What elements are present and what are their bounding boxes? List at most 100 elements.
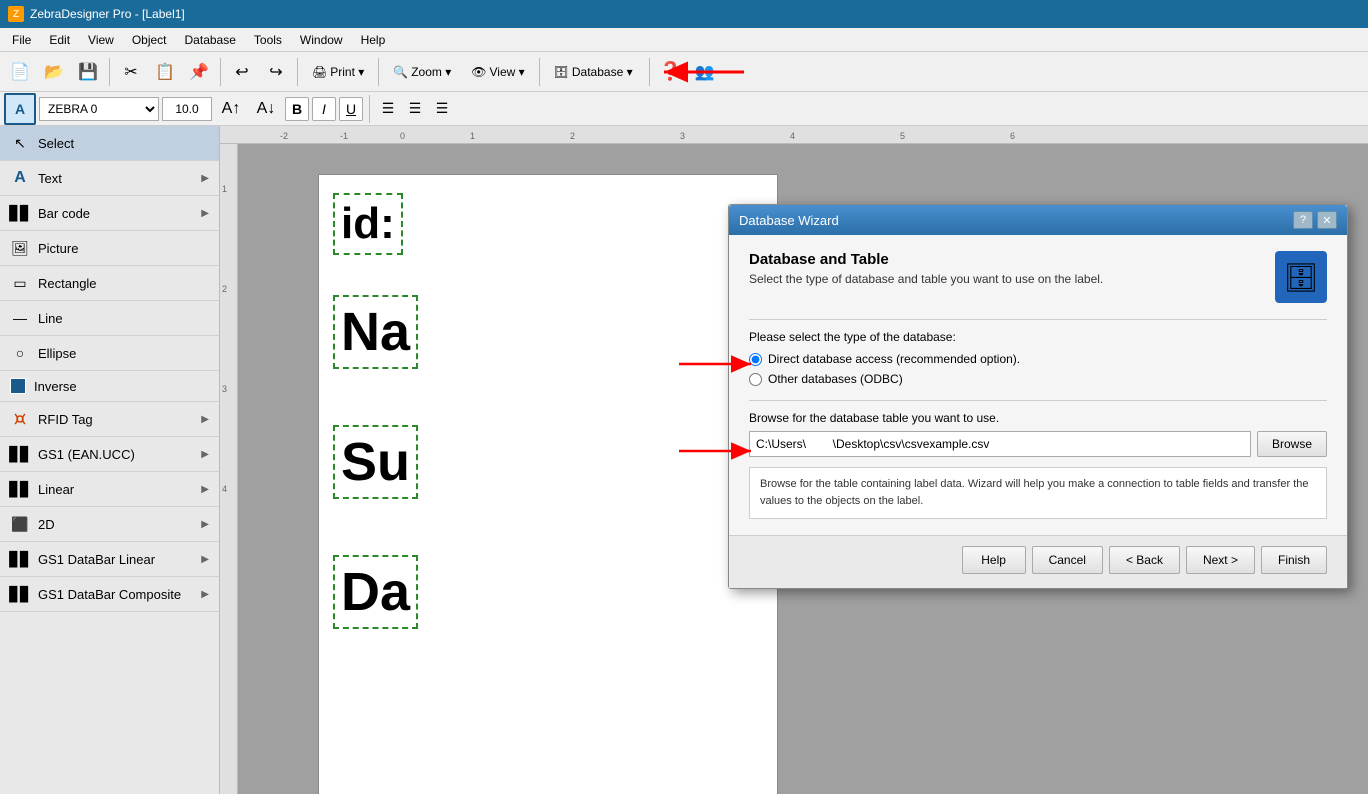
menu-object[interactable]: Object: [124, 31, 175, 49]
barcode-icon: ▊▊: [10, 203, 30, 223]
gs1-icon: ▊▊: [10, 444, 30, 464]
radio-direct-input[interactable]: [749, 353, 762, 366]
zoom-label: Zoom ▾: [411, 65, 451, 79]
radio-odbc[interactable]: Other databases (ODBC): [749, 372, 1327, 386]
undo-button[interactable]: ↩: [226, 56, 258, 88]
sidebar-item-inverse[interactable]: Inverse: [0, 371, 219, 402]
users-button[interactable]: 👥: [689, 56, 721, 88]
canvas-area: -2 -1 0 1 2 3 4 5 6 1 2 3 4: [220, 126, 1368, 794]
redo-button[interactable]: ↪: [260, 56, 292, 88]
save-button[interactable]: 💾: [72, 56, 104, 88]
text-icon: A: [10, 168, 30, 188]
zoom-button[interactable]: 🔍 Zoom ▾: [384, 59, 460, 85]
linear-arrow: ▶: [201, 484, 209, 495]
cut-button[interactable]: ✂: [115, 56, 147, 88]
sidebar-item-gs1-linear[interactable]: ▊▊ GS1 DataBar Linear ▶: [0, 542, 219, 577]
radio-odbc-input[interactable]: [749, 373, 762, 386]
print-button[interactable]: 🖨 Print ▾: [303, 59, 373, 85]
menu-file[interactable]: File: [4, 31, 39, 49]
gs1-composite-label: GS1 DataBar Composite: [38, 587, 181, 602]
sidebar-item-ellipse[interactable]: ○ Ellipse: [0, 336, 219, 371]
ellipse-label: Ellipse: [38, 346, 76, 361]
font-shrink-button[interactable]: A↓: [250, 93, 282, 125]
gs1-arrow: ▶: [201, 449, 209, 460]
red-arrow-direct-db: [679, 352, 759, 376]
menu-edit[interactable]: Edit: [41, 31, 78, 49]
db-path-input[interactable]: [749, 431, 1251, 457]
menu-database[interactable]: Database: [177, 31, 244, 49]
dialog-divider-2: [749, 400, 1327, 401]
title-bar: Z ZebraDesigner Pro - [Label1]: [0, 0, 1368, 28]
database-wizard-dialog: Database Wizard ? ✕ Database and Table: [728, 204, 1348, 589]
text-arrow: ▶: [201, 173, 209, 184]
paste-button[interactable]: 📌: [183, 56, 215, 88]
inverse-icon: [10, 378, 26, 394]
app-title: ZebraDesigner Pro - [Label1]: [30, 7, 185, 21]
text-tool-button[interactable]: A: [4, 93, 36, 125]
gs1-label: GS1 (EAN.UCC): [38, 447, 135, 462]
sidebar-item-picture[interactable]: 🖼 Picture: [0, 231, 219, 266]
sep7: [369, 95, 370, 123]
gs1-linear-icon: ▊▊: [10, 549, 30, 569]
dialog-radio-group: Direct database access (recommended opti…: [749, 352, 1327, 386]
finish-button[interactable]: Finish: [1261, 546, 1327, 574]
view-button[interactable]: 👁 View ▾: [462, 59, 533, 85]
sidebar-item-select[interactable]: ↖ Select: [0, 126, 219, 161]
sidebar-item-linear[interactable]: ▊▊ Linear ▶: [0, 472, 219, 507]
inverse-label: Inverse: [34, 379, 77, 394]
left-panel: ↖ Select A Text ▶ ▊▊ Bar code ▶ 🖼 Pictur…: [0, 126, 220, 794]
dialog-title: Database Wizard: [739, 213, 839, 228]
canvas-content: id: Na Su Da Database Wizard: [238, 144, 1368, 794]
menu-help[interactable]: Help: [353, 31, 394, 49]
zoom-icon: 🔍: [393, 65, 408, 79]
rectangle-label: Rectangle: [38, 276, 97, 291]
database-button[interactable]: 🗄 Database ▾: [545, 59, 642, 85]
font-grow-button[interactable]: A↑: [215, 93, 247, 125]
italic-button[interactable]: I: [312, 97, 336, 121]
font-family-select[interactable]: ZEBRA 0: [39, 97, 159, 121]
browse-button[interactable]: Browse: [1257, 431, 1327, 457]
menu-view[interactable]: View: [80, 31, 122, 49]
open-button[interactable]: 📂: [38, 56, 70, 88]
dialog-titlebar: Database Wizard ? ✕: [729, 205, 1347, 235]
2d-label: 2D: [38, 517, 55, 532]
cancel-button[interactable]: Cancel: [1032, 546, 1103, 574]
sidebar-item-line[interactable]: — Line: [0, 301, 219, 336]
sidebar-item-text[interactable]: A Text ▶: [0, 161, 219, 196]
align-left-button[interactable]: ☰: [376, 97, 400, 121]
rfid-icon: [10, 409, 30, 429]
next-button[interactable]: Next >: [1186, 546, 1255, 574]
dialog-browse-label: Browse for the database table you want t…: [749, 411, 1327, 425]
rectangle-icon: ▭: [10, 273, 30, 293]
sep1: [109, 58, 110, 86]
bold-button[interactable]: B: [285, 97, 309, 121]
dialog-db-icon: 🗄: [1275, 251, 1327, 303]
sidebar-item-barcode[interactable]: ▊▊ Bar code ▶: [0, 196, 219, 231]
sep4: [378, 58, 379, 86]
back-button[interactable]: < Back: [1109, 546, 1180, 574]
sidebar-item-2d[interactable]: ⬛ 2D ▶: [0, 507, 219, 542]
sidebar-item-rectangle[interactable]: ▭ Rectangle: [0, 266, 219, 301]
dialog-help-btn[interactable]: ?: [1293, 211, 1313, 229]
sidebar-item-gs1-composite[interactable]: ▊▊ GS1 DataBar Composite ▶: [0, 577, 219, 612]
align-right-button[interactable]: ☰: [430, 97, 454, 121]
new-button[interactable]: 📄: [4, 56, 36, 88]
sidebar-item-rfid[interactable]: RFID Tag ▶: [0, 402, 219, 437]
font-size-input[interactable]: [162, 97, 212, 121]
menu-tools[interactable]: Tools: [246, 31, 290, 49]
dialog-header: Database and Table Select the type of da…: [749, 251, 1327, 303]
copy-button[interactable]: 📋: [149, 56, 181, 88]
dialog-radio-section: Please select the type of the database:: [749, 330, 1327, 386]
align-center-button[interactable]: ☰: [403, 97, 427, 121]
radio-direct-db[interactable]: Direct database access (recommended opti…: [749, 352, 1327, 366]
menu-window[interactable]: Window: [292, 31, 351, 49]
print-label: Print ▾: [330, 65, 364, 79]
dialog-header-subtitle: Select the type of database and table yo…: [749, 272, 1265, 286]
sep3: [297, 58, 298, 86]
dialog-info-text: Browse for the table containing label da…: [760, 478, 1308, 507]
help-button[interactable]: ❓: [655, 56, 687, 88]
dialog-close-btn[interactable]: ✕: [1317, 211, 1337, 229]
sidebar-item-gs1[interactable]: ▊▊ GS1 (EAN.UCC) ▶: [0, 437, 219, 472]
help-dialog-button[interactable]: Help: [962, 546, 1026, 574]
underline-button[interactable]: U: [339, 97, 363, 121]
